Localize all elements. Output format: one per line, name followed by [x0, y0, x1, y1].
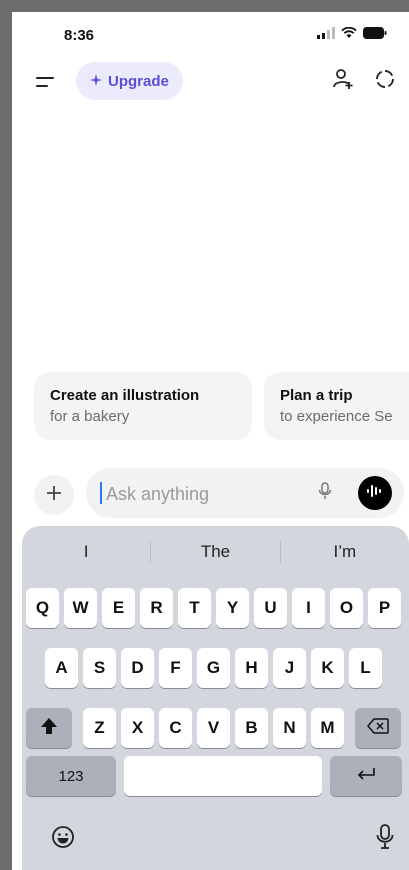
- menu-icon-line: [36, 77, 54, 79]
- key[interactable]: Y: [216, 588, 249, 628]
- suggestion-list: Create an illustration for a bakery Plan…: [34, 372, 409, 440]
- battery-icon: [363, 26, 387, 44]
- key[interactable]: W: [64, 588, 97, 628]
- dashed-circle-icon: [374, 68, 396, 95]
- sparkle-icon: [90, 73, 102, 90]
- key[interactable]: K: [311, 648, 344, 688]
- key[interactable]: I: [292, 588, 325, 628]
- suggestion-title: Plan a trip: [280, 387, 353, 404]
- voice-mode-button[interactable]: [358, 476, 392, 510]
- dictate-button[interactable]: [314, 481, 336, 505]
- key[interactable]: C: [159, 708, 192, 748]
- waveform-icon: [366, 483, 384, 504]
- key[interactable]: M: [311, 708, 344, 748]
- text-caret: [100, 482, 102, 504]
- emoji-icon: [51, 825, 75, 854]
- keyboard: I The I’m Q W E R T Y U I O P A S D F G …: [22, 526, 409, 870]
- key[interactable]: S: [83, 648, 116, 688]
- composer: [86, 468, 404, 520]
- key[interactable]: Z: [83, 708, 116, 748]
- microphone-icon: [376, 823, 394, 855]
- space-key[interactable]: [124, 756, 322, 796]
- wifi-icon: [341, 26, 357, 44]
- emoji-button[interactable]: [48, 824, 78, 854]
- key[interactable]: N: [273, 708, 306, 748]
- prediction-item[interactable]: The: [151, 542, 279, 562]
- plus-icon: [45, 484, 63, 507]
- device-frame: 8:36 Upgrade Create an illustration for …: [0, 0, 409, 870]
- upgrade-button[interactable]: Upgrade: [76, 62, 183, 100]
- key[interactable]: B: [235, 708, 268, 748]
- dictation-button[interactable]: [370, 823, 400, 855]
- app-screen: 8:36 Upgrade Create an illustration for …: [12, 12, 409, 870]
- key[interactable]: J: [273, 648, 306, 688]
- key[interactable]: H: [235, 648, 268, 688]
- return-icon: [356, 766, 376, 787]
- key[interactable]: T: [178, 588, 211, 628]
- suggestion-subtitle: for a bakery: [50, 408, 130, 425]
- key[interactable]: F: [159, 648, 192, 688]
- predictive-text-bar: I The I’m: [22, 526, 409, 578]
- add-person-button[interactable]: [330, 68, 356, 94]
- key[interactable]: A: [45, 648, 78, 688]
- key[interactable]: V: [197, 708, 230, 748]
- add-person-icon: [332, 68, 354, 95]
- menu-icon-line: [36, 85, 48, 87]
- key[interactable]: O: [330, 588, 363, 628]
- microphone-icon: [318, 481, 332, 505]
- status-time: 8:36: [64, 27, 95, 44]
- temporary-chat-button[interactable]: [372, 68, 398, 94]
- backspace-icon: [367, 717, 389, 739]
- key[interactable]: R: [140, 588, 173, 628]
- suggestion-card[interactable]: Plan a trip to experience Se: [264, 372, 409, 440]
- attach-button[interactable]: [34, 475, 74, 515]
- suggestion-title: Create an illustration: [50, 387, 200, 404]
- key[interactable]: X: [121, 708, 154, 748]
- key[interactable]: L: [349, 648, 382, 688]
- delete-key[interactable]: [355, 708, 401, 748]
- menu-button[interactable]: [36, 72, 60, 92]
- shift-key[interactable]: [26, 708, 72, 748]
- prediction-item[interactable]: I: [22, 542, 150, 562]
- key[interactable]: P: [368, 588, 401, 628]
- prediction-item[interactable]: I’m: [281, 542, 409, 562]
- key[interactable]: E: [102, 588, 135, 628]
- numbers-key[interactable]: 123: [26, 756, 116, 796]
- suggestion-card[interactable]: Create an illustration for a bakery: [34, 372, 252, 440]
- key[interactable]: Q: [26, 588, 59, 628]
- status-icons: [317, 26, 387, 44]
- key[interactable]: G: [197, 648, 230, 688]
- cellular-icon: [317, 26, 335, 44]
- shift-icon: [40, 717, 58, 740]
- upgrade-label: Upgrade: [108, 72, 169, 90]
- key[interactable]: D: [121, 648, 154, 688]
- suggestion-subtitle: to experience Se: [280, 408, 393, 425]
- return-key[interactable]: [330, 756, 402, 796]
- key[interactable]: U: [254, 588, 287, 628]
- message-input[interactable]: [104, 468, 308, 520]
